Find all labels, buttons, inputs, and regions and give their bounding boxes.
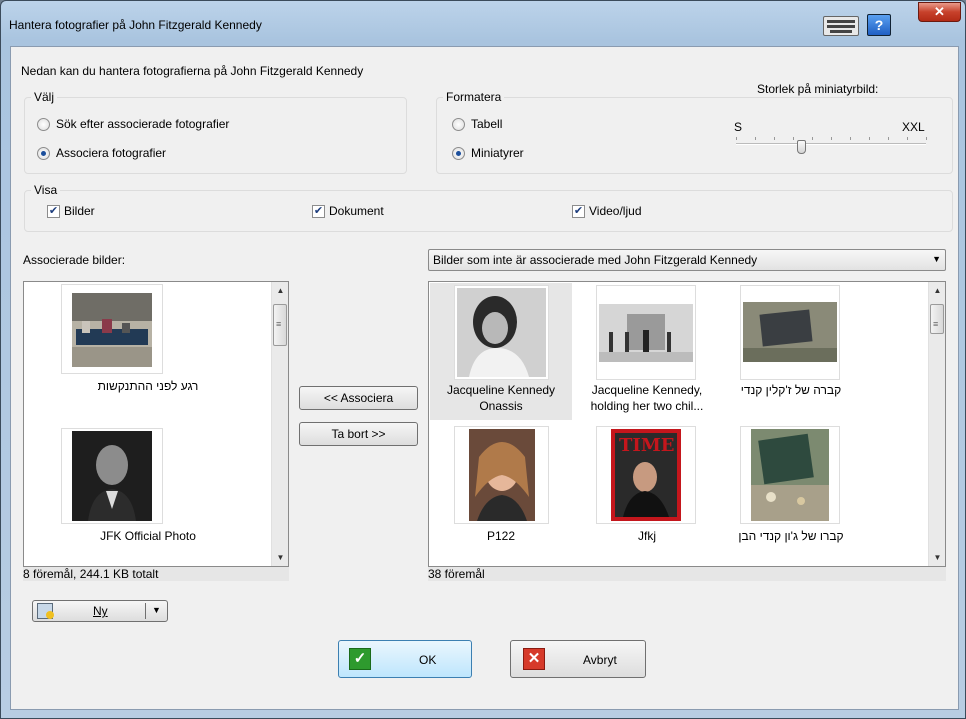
unassociated-caption-3: קברה של ז'קלין קנדי: [740, 383, 842, 397]
window-title: Hantera fotografier på John Fitzgerald K…: [9, 18, 262, 32]
associate-photos-label[interactable]: Associera fotografier: [56, 146, 166, 160]
documents-label[interactable]: Dokument: [329, 204, 384, 218]
unassociated-thumbnail-4[interactable]: [454, 426, 549, 524]
scroll-up-icon[interactable]: ▲: [929, 282, 945, 299]
table-label[interactable]: Tabell: [471, 117, 502, 131]
header-text: Nedan kan du hantera fotografierna på Jo…: [21, 64, 364, 78]
new-button[interactable]: Ny ▼: [32, 600, 168, 622]
unassociated-images-list[interactable]: Jacqueline Kennedy Onassis Jacqueline Ke…: [428, 281, 946, 567]
check-icon: ✓: [349, 648, 371, 670]
thumbnail-size-slider[interactable]: [736, 135, 927, 157]
unassociated-status: 38 föremål: [428, 567, 946, 581]
unassociated-thumbnail-5[interactable]: TIME: [596, 426, 696, 524]
unassociated-thumbnail-6[interactable]: [740, 426, 840, 524]
slider-tick: [831, 137, 832, 140]
documents-checkbox[interactable]: ✔: [312, 205, 325, 218]
unassociated-caption-5: Jfkj: [638, 529, 656, 543]
slider-tick: [926, 137, 927, 140]
grave-flowers-photo-icon: [751, 429, 829, 521]
table-radio[interactable]: [452, 118, 465, 131]
ok-button[interactable]: ✓ OK: [338, 640, 472, 678]
thumbnails-radio[interactable]: [452, 147, 465, 160]
search-associated-label[interactable]: Sök efter associerade fotografier: [56, 117, 229, 131]
search-associated-radio[interactable]: [37, 118, 50, 131]
portrait-photo-icon: [72, 431, 152, 521]
slider-tick: [774, 137, 775, 140]
cancel-button[interactable]: ✕ Avbryt: [510, 640, 646, 678]
unassociated-thumbnail-3[interactable]: [740, 285, 840, 380]
cancel-x-icon: ✕: [523, 648, 545, 670]
associate-photos-radio[interactable]: [37, 147, 50, 160]
choose-group: Välj: [24, 90, 407, 174]
unassociated-thumbnail-2[interactable]: [596, 285, 696, 380]
format-legend: Formatera: [443, 90, 505, 104]
thumbnail-size-label: Storlek på miniatyrbild:: [757, 82, 879, 96]
slider-tick: [907, 137, 908, 140]
chevron-down-icon[interactable]: ▼: [932, 254, 941, 264]
new-photo-icon: [37, 603, 54, 619]
slider-tick: [755, 137, 756, 140]
show-legend: Visa: [31, 183, 61, 197]
dialog-body: Nedan kan du hantera fotografierna på Jo…: [10, 46, 959, 710]
scroll-thumb[interactable]: [273, 304, 287, 346]
show-group: Visa: [24, 183, 953, 232]
associated-images-label: Associerade bilder:: [23, 253, 126, 267]
filter-dropdown-value: Bilder som inte är associerade med John …: [433, 253, 758, 267]
scroll-down-icon[interactable]: ▼: [929, 549, 945, 566]
keyboard-icon[interactable]: [823, 16, 859, 36]
thumbnails-label[interactable]: Miniatyrer: [471, 146, 524, 160]
new-button-label: Ny: [93, 604, 108, 618]
video-audio-label[interactable]: Video/ljud: [589, 204, 642, 218]
title-bar[interactable]: Hantera fotografier på John Fitzgerald K…: [1, 1, 965, 45]
jacqueline-photo-icon: [457, 288, 546, 377]
slider-tick: [736, 137, 737, 140]
svg-text:TIME: TIME: [619, 435, 674, 456]
unassociated-list-scrollbar[interactable]: ▲ ▼: [928, 282, 945, 566]
associated-status: 8 föremål, 244.1 KB totalt: [23, 567, 289, 581]
slider-tick: [812, 137, 813, 140]
unassociated-thumbnail-1[interactable]: [454, 285, 549, 380]
images-label[interactable]: Bilder: [64, 204, 95, 218]
associated-caption-1: רגע לפני ההתנקשות: [97, 379, 199, 393]
video-audio-checkbox[interactable]: ✔: [572, 205, 585, 218]
scroll-thumb[interactable]: [930, 304, 944, 334]
slider-thumb[interactable]: [797, 140, 807, 154]
scroll-up-icon[interactable]: ▲: [272, 282, 288, 299]
scroll-down-icon[interactable]: ▼: [272, 549, 288, 566]
unassociated-caption-2: Jacqueline Kennedy, holding her two chil…: [590, 383, 704, 413]
associated-images-list[interactable]: רגע לפני ההתנקשות JFK Official Photo ▲ ▼: [23, 281, 289, 567]
close-icon[interactable]: ✕: [918, 2, 961, 22]
slider-tick: [888, 137, 889, 140]
filter-dropdown[interactable]: Bilder som inte är associerade med John …: [428, 249, 946, 271]
unassociated-caption-6: קברו של ג'ון קנדי הבן: [738, 529, 844, 543]
slider-tick: [793, 137, 794, 140]
ok-button-label: OK: [419, 653, 437, 667]
dialog-window: Hantera fotografier på John Fitzgerald K…: [0, 0, 966, 719]
associated-thumbnail-1[interactable]: [61, 284, 163, 374]
grave-photo-icon: [743, 302, 837, 362]
magazine-cover-photo-icon: TIME: [611, 429, 681, 521]
jacqueline-children-photo-icon: [599, 304, 693, 362]
unassociated-caption-1: Jacqueline Kennedy Onassis: [446, 383, 556, 413]
help-icon[interactable]: ?: [867, 14, 891, 36]
remove-button[interactable]: Ta bort >>: [299, 422, 418, 446]
associated-thumbnail-2[interactable]: [61, 428, 163, 524]
unassociated-caption-4: P122: [486, 529, 516, 543]
motorcade-photo-icon: [72, 293, 152, 367]
associate-button[interactable]: << Associera: [299, 386, 418, 410]
size-max-label: XXL: [902, 120, 925, 134]
size-min-label: S: [734, 120, 743, 134]
images-checkbox[interactable]: ✔: [47, 205, 60, 218]
associated-list-scrollbar[interactable]: ▲ ▼: [271, 282, 288, 566]
cancel-button-label: Avbryt: [583, 653, 617, 667]
associated-caption-2: JFK Official Photo: [100, 529, 196, 543]
woman-portrait-photo-icon: [469, 429, 535, 521]
slider-tick: [850, 137, 851, 140]
chevron-down-icon[interactable]: ▼: [152, 605, 161, 615]
slider-tick: [869, 137, 870, 140]
choose-legend: Välj: [31, 90, 58, 104]
